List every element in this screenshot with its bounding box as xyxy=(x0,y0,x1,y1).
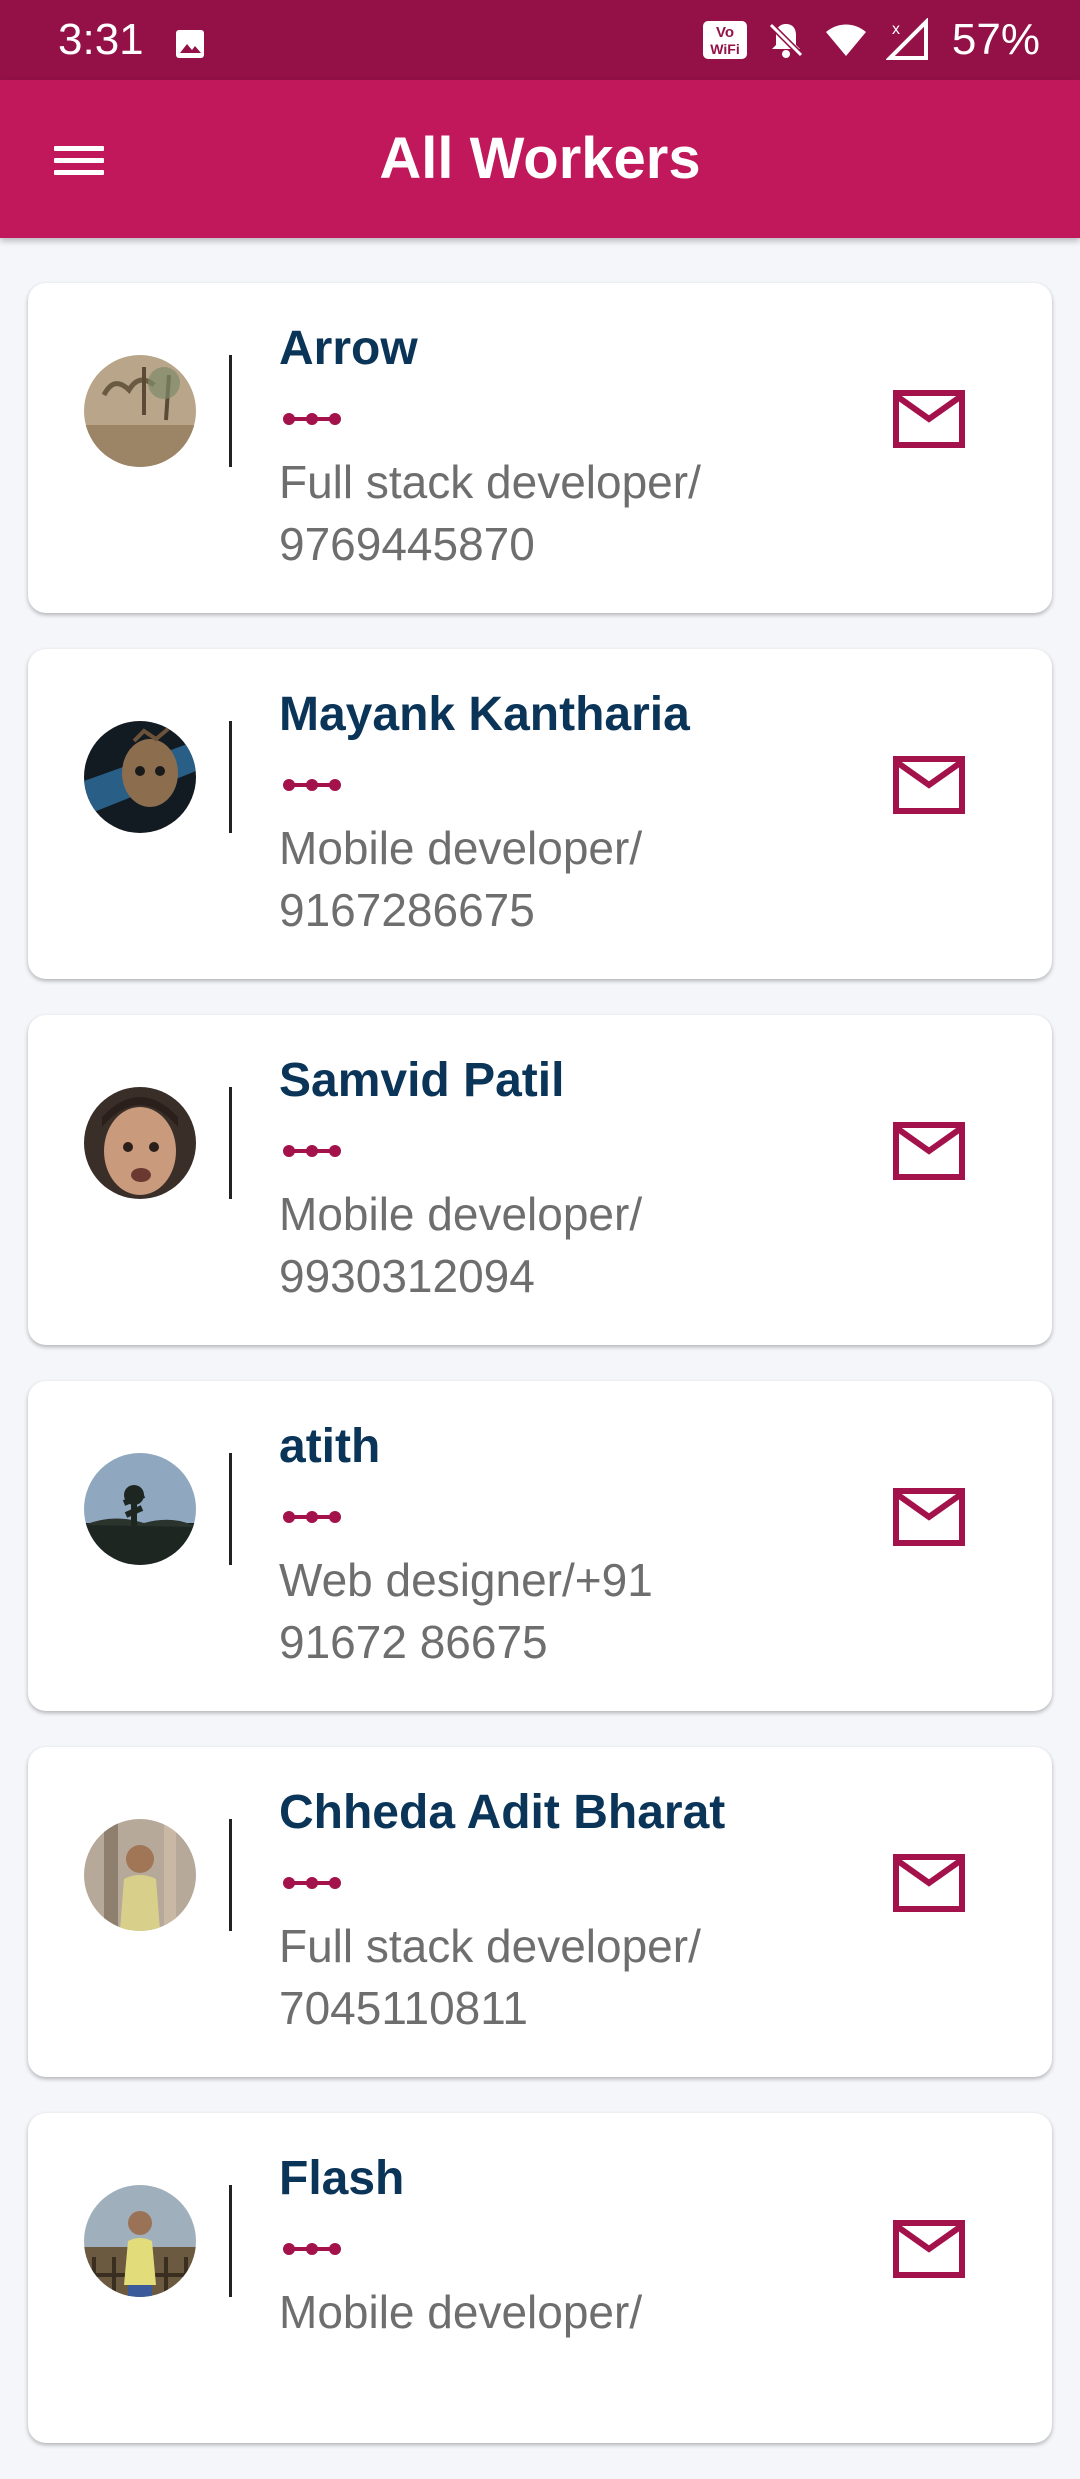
gallery-icon xyxy=(176,30,204,58)
worker-card[interactable]: Chheda Adit Bharat Full stack developer/… xyxy=(28,1747,1052,2077)
dots-icon xyxy=(283,1145,341,1157)
worker-card[interactable]: Flash Mobile developer/ xyxy=(28,2113,1052,2443)
worker-phone: 7045110811 xyxy=(279,1982,529,2034)
page-title: All Workers xyxy=(379,126,701,191)
mail-icon[interactable] xyxy=(892,755,966,815)
worker-phone: 91672 86675 xyxy=(279,1616,548,1668)
worker-name: Mayank Kantharia xyxy=(279,688,690,741)
worker-detail: Web designer/+91 91672 86675 xyxy=(279,1549,819,1673)
avatar xyxy=(84,355,196,467)
battery-percent: 57% xyxy=(951,15,1040,64)
avatar xyxy=(84,1087,196,1199)
dots-icon xyxy=(283,779,341,791)
divider xyxy=(229,1087,232,1199)
divider xyxy=(229,721,232,833)
divider xyxy=(229,2185,232,2297)
signal-icon: x xyxy=(885,18,928,60)
mail-icon[interactable] xyxy=(892,389,966,449)
avatar xyxy=(84,721,196,833)
vowifi-icon: Vo WiFi xyxy=(702,21,747,59)
worker-detail: Mobile developer/ 9167286675 xyxy=(279,817,819,941)
avatar xyxy=(84,2185,196,2297)
worker-phone: 9769445870 xyxy=(279,518,535,570)
worker-role: Web designer/+91 xyxy=(279,1554,653,1606)
svg-text:WiFi: WiFi xyxy=(710,41,739,57)
svg-text:x: x xyxy=(892,21,900,38)
worker-name: Flash xyxy=(279,2152,405,2205)
worker-name: Samvid Patil xyxy=(279,1054,565,1107)
status-time: 3:31 xyxy=(58,15,144,64)
dots-icon xyxy=(283,1511,341,1523)
worker-name: atith xyxy=(279,1420,381,1473)
avatar xyxy=(84,1453,196,1565)
worker-role: Mobile developer/ xyxy=(279,822,643,874)
worker-role: Full stack developer/ xyxy=(279,1920,701,1972)
worker-detail: Mobile developer/ xyxy=(279,2281,819,2343)
dots-icon xyxy=(283,1877,341,1889)
worker-card[interactable]: atith Web designer/+91 91672 86675 xyxy=(28,1381,1052,1711)
svg-text:Vo: Vo xyxy=(716,24,734,41)
worker-detail: Full stack developer/ 7045110811 xyxy=(279,1915,819,2039)
bell-off-icon xyxy=(768,22,804,58)
worker-phone: 9930312094 xyxy=(279,1250,535,1302)
worker-role: Full stack developer/ xyxy=(279,456,701,508)
divider xyxy=(229,1819,232,1931)
worker-card[interactable]: Samvid Patil Mobile developer/ 993031209… xyxy=(28,1015,1052,1345)
worker-detail: Full stack developer/ 9769445870 xyxy=(279,451,819,575)
worker-card[interactable]: Arrow Full stack developer/ 9769445870 xyxy=(28,283,1052,613)
status-bar: 3:31 Vo WiFi x 57% xyxy=(0,0,1080,80)
mail-icon[interactable] xyxy=(892,1853,966,1913)
wifi-icon xyxy=(825,24,866,56)
divider xyxy=(229,1453,232,1565)
avatar xyxy=(84,1819,196,1931)
workers-list: Arrow Full stack developer/ 9769445870 M… xyxy=(28,283,1052,2479)
worker-role: Mobile developer/ xyxy=(279,1188,643,1240)
worker-card[interactable]: Mayank Kantharia Mobile developer/ 91672… xyxy=(28,649,1052,979)
dots-icon xyxy=(283,2243,341,2255)
divider xyxy=(229,355,232,467)
mail-icon[interactable] xyxy=(892,1487,966,1547)
worker-name: Chheda Adit Bharat xyxy=(279,1786,726,1839)
app-bar: All Workers xyxy=(0,80,1080,238)
mail-icon[interactable] xyxy=(892,1121,966,1181)
mail-icon[interactable] xyxy=(892,2219,966,2279)
worker-name: Arrow xyxy=(279,322,418,375)
worker-phone: 9167286675 xyxy=(279,884,535,936)
dots-icon xyxy=(283,413,341,425)
worker-detail: Mobile developer/ 9930312094 xyxy=(279,1183,819,1307)
worker-role: Mobile developer/ xyxy=(279,2286,643,2338)
